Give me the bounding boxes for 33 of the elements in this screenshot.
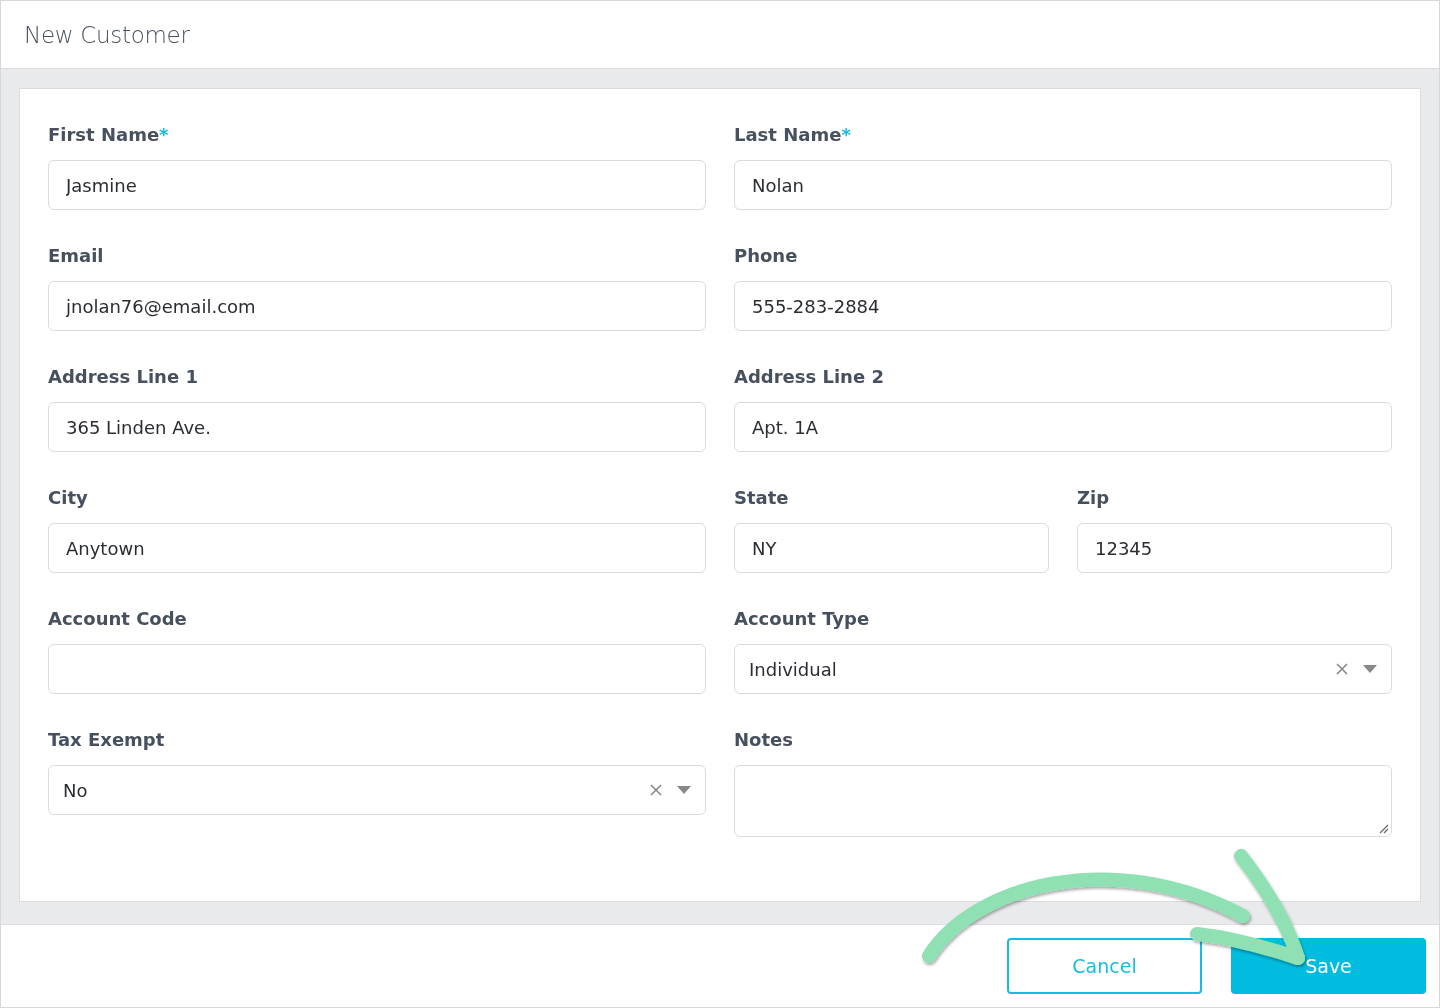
field-label: City — [48, 486, 88, 510]
input-field[interactable]: Nolan — [734, 160, 1392, 210]
field-label: Phone — [734, 244, 798, 268]
input-field[interactable]: 365 Linden Ave. — [48, 402, 706, 452]
caret-icon — [677, 786, 691, 794]
field-label: State — [734, 486, 790, 510]
textarea-field[interactable] — [734, 765, 1392, 837]
input-field[interactable]: 12345 — [1077, 523, 1392, 573]
input-field[interactable]: Anytown — [48, 523, 706, 573]
clear-icon[interactable] — [1335, 662, 1349, 676]
field-label: First Name — [48, 123, 160, 147]
input-field[interactable]: NY — [734, 523, 1049, 573]
field-label: Notes — [734, 728, 793, 752]
caret-icon — [1363, 665, 1377, 673]
field-label: Address Line 1 — [48, 365, 198, 389]
input-field[interactable]: Apt. 1A — [734, 402, 1392, 452]
field-label: Account Code — [48, 607, 187, 631]
select-field[interactable]: Individual — [734, 644, 1392, 694]
window-title: New Customer — [24, 21, 190, 48]
field-label: Last Name — [734, 123, 842, 147]
resize-grip-icon[interactable] — [1378, 823, 1389, 834]
input-field[interactable] — [48, 644, 706, 694]
clear-icon[interactable] — [649, 783, 663, 797]
field-label: Zip — [1077, 486, 1111, 510]
select-field[interactable]: No — [48, 765, 706, 815]
required-mark: * — [159, 123, 169, 147]
input-field[interactable]: 555-283-2884 — [734, 281, 1392, 331]
required-mark: * — [841, 123, 851, 147]
field-label: Tax Exempt — [48, 728, 165, 752]
input-field[interactable]: jnolan76@email.com — [48, 281, 706, 331]
field-label: Address Line 2 — [734, 365, 884, 389]
field-label: Account Type — [734, 607, 870, 631]
field-label: Email — [48, 244, 104, 268]
